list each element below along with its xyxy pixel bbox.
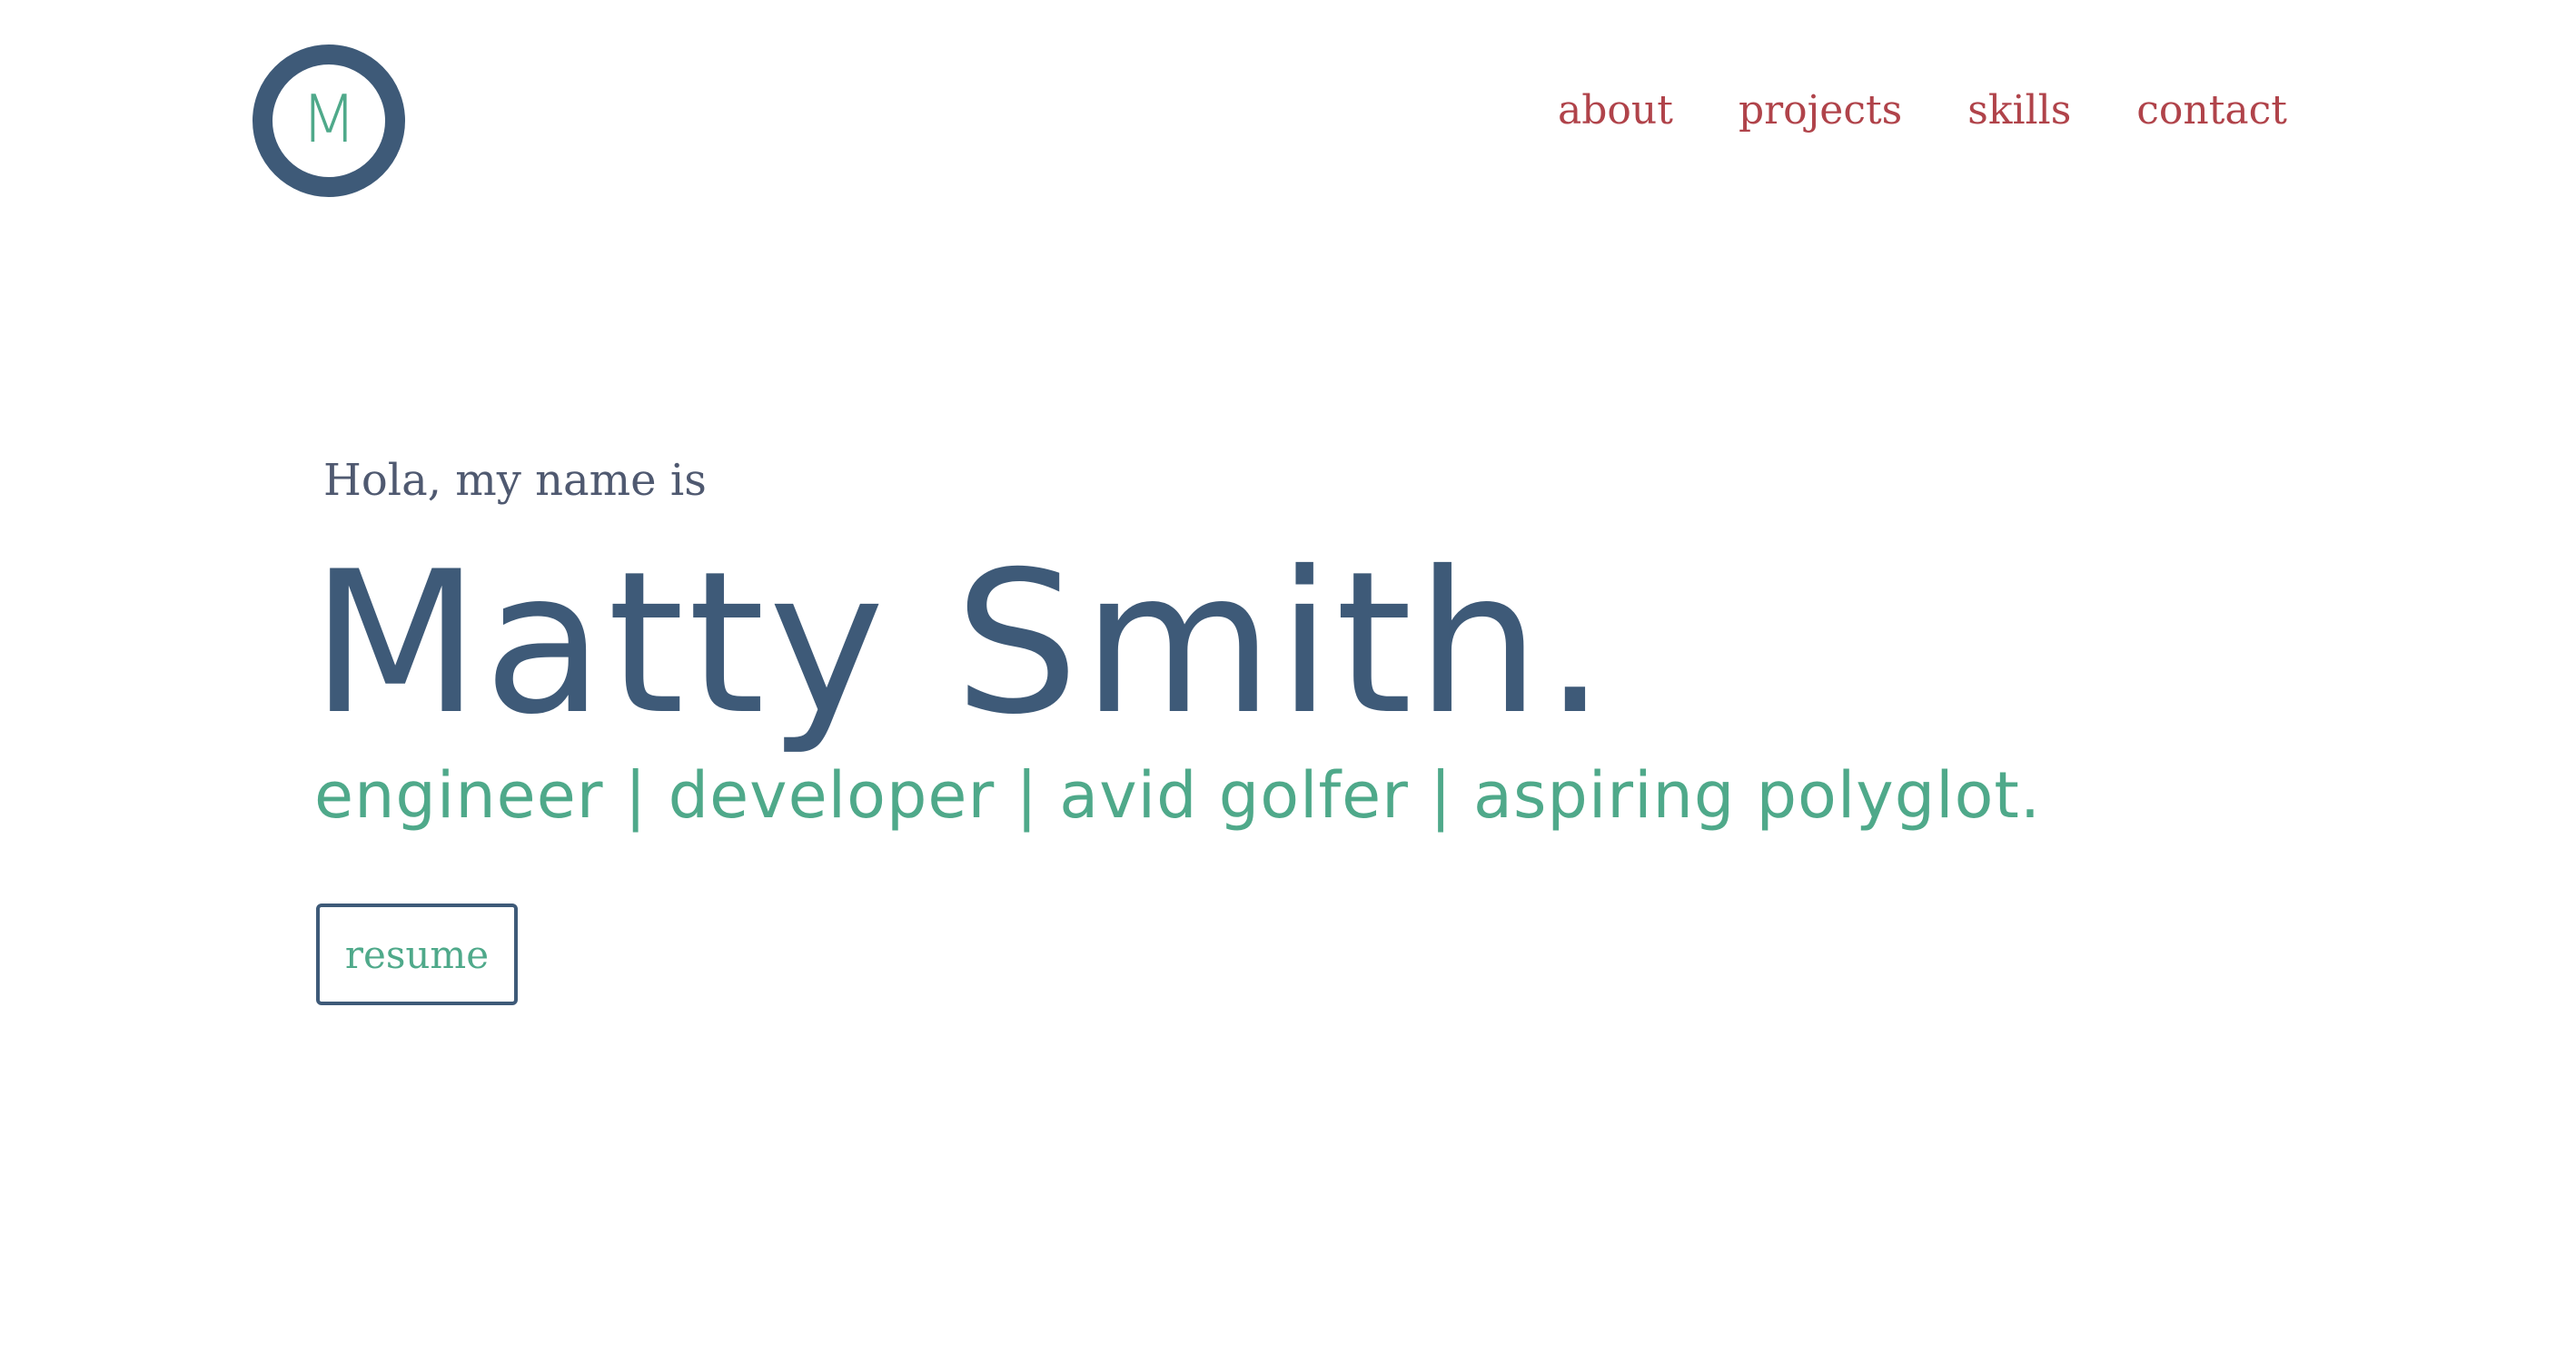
hero-greeting: Hola, my name is xyxy=(323,455,707,506)
nav-skills[interactable]: skills xyxy=(1967,87,2071,135)
resume-button[interactable]: resume xyxy=(316,904,518,1005)
logo-letter: M xyxy=(300,81,358,157)
logo-link[interactable]: M xyxy=(253,44,405,197)
hero-tagline: engineer | developer | avid golfer | asp… xyxy=(314,758,2042,833)
page: M about projects skills contact Hola, my… xyxy=(0,0,2576,1353)
nav-contact[interactable]: contact xyxy=(2136,87,2287,135)
main-nav: about projects skills contact xyxy=(1558,87,2287,135)
nav-about[interactable]: about xyxy=(1558,87,1673,135)
nav-projects[interactable]: projects xyxy=(1739,87,1902,135)
hero-name: Matty Smith. xyxy=(311,529,1610,757)
